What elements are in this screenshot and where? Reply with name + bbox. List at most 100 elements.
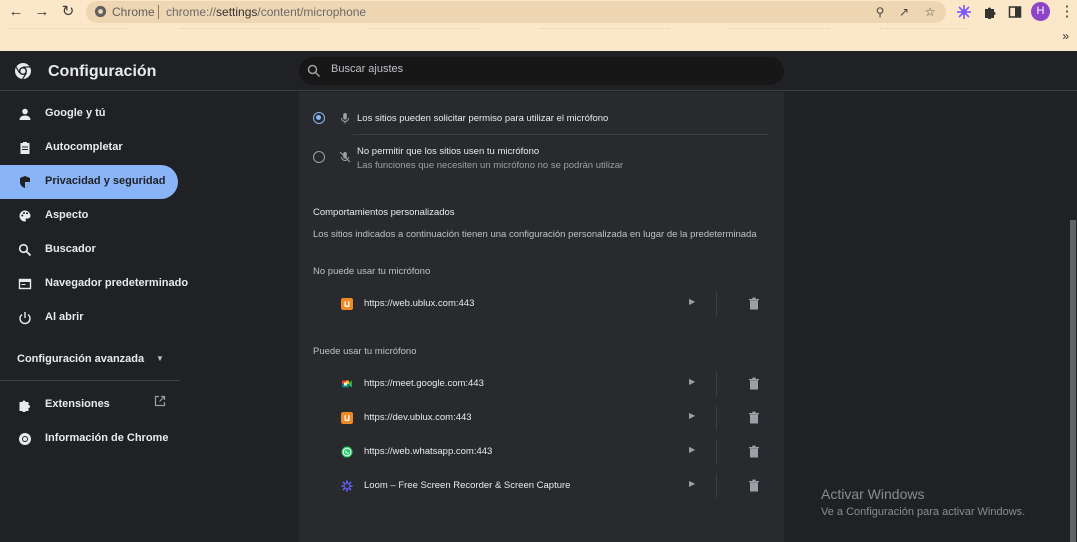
radio-allow[interactable]: [313, 112, 325, 124]
option-block-label: No permitir que los sitios usen tu micró…: [357, 146, 540, 157]
reload-icon[interactable]: ↻: [58, 2, 78, 22]
trash-icon[interactable]: [748, 445, 760, 458]
chevron-right-icon[interactable]: ▶: [689, 479, 695, 488]
watermark-title: Activar Windows: [821, 486, 925, 502]
url-text[interactable]: chrome://settings/content/microphone: [166, 5, 366, 19]
google-meet-icon: [342, 380, 352, 388]
search-input[interactable]: [331, 63, 731, 75]
address-bar[interactable]: Chrome chrome://settings/content/microph…: [86, 1, 946, 23]
row-separator: [716, 292, 717, 316]
microphone-icon: [341, 113, 349, 124]
palette-icon: [19, 210, 31, 222]
chevron-right-icon[interactable]: ▶: [689, 411, 695, 420]
power-icon: [19, 312, 31, 325]
sidebar-item-label: Al abrir: [45, 311, 84, 323]
browser-icon: [18, 278, 32, 290]
chrome-logo-icon: [15, 63, 31, 80]
chevron-down-icon[interactable]: ▼: [156, 354, 164, 363]
zoom-icon[interactable]: ⚲: [872, 4, 888, 20]
custom-behaviors-title: Comportamientos personalizados: [313, 207, 455, 218]
puzzle-icon[interactable]: [983, 5, 997, 19]
back-icon[interactable]: ←: [6, 2, 26, 22]
sidebar-item-about[interactable]: Información de Chrome: [0, 422, 178, 456]
row-separator: [716, 406, 717, 430]
side-panel-icon[interactable]: [1008, 5, 1022, 19]
site-url: https://web.ublux.com:443: [364, 298, 475, 309]
site-row[interactable]: https://web.ublux.com:443 ▶: [299, 287, 784, 321]
menu-icon[interactable]: ⋮: [1057, 2, 1077, 22]
bookmarks-bar: »: [0, 24, 1077, 51]
trash-icon[interactable]: [748, 479, 760, 492]
option-allow-label: Los sitios pueden solicitar permiso para…: [357, 113, 609, 124]
custom-behaviors-description: Los sitios indicados a continuación tien…: [313, 229, 757, 240]
sidebar-item-google[interactable]: Google y tú: [0, 97, 178, 131]
site-url: https://web.whatsapp.com:443: [364, 446, 493, 457]
whatsapp-icon: [341, 446, 353, 458]
puzzle-icon: [19, 400, 30, 412]
radio-block[interactable]: [313, 151, 325, 163]
sidebar-divider: [0, 380, 180, 381]
search-icon: [18, 243, 32, 257]
page-title: Configuración: [48, 63, 157, 80]
sidebar-item-on-startup[interactable]: Al abrir: [0, 301, 178, 335]
person-icon: [19, 108, 31, 120]
search-icon: [307, 64, 321, 78]
advanced-settings-toggle[interactable]: Configuración avanzada: [17, 353, 144, 365]
sidebar: Google y tú Autocompletar Privacidad y s…: [0, 92, 188, 542]
trash-icon[interactable]: [748, 377, 760, 390]
settings-header: Configuración: [0, 51, 1077, 91]
sidebar-item-extensions[interactable]: Extensiones: [0, 388, 178, 422]
bookmarks-overflow-icon[interactable]: »: [1062, 29, 1069, 43]
option-block-subtext: Las funciones que necesiten un micrófono…: [357, 160, 624, 171]
option-block[interactable]: No permitir que los sitios usen tu micró…: [299, 140, 784, 176]
loom-icon: [341, 480, 353, 492]
scrollbar-thumb[interactable]: [1070, 220, 1076, 542]
microphone-settings-card: Los sitios pueden solicitar permiso para…: [299, 92, 784, 542]
trash-icon[interactable]: [748, 297, 760, 310]
sidebar-item-appearance[interactable]: Aspecto: [0, 199, 178, 233]
sidebar-item-search-engine[interactable]: Buscador: [0, 233, 178, 267]
chevron-right-icon[interactable]: ▶: [689, 377, 695, 386]
option-divider: [353, 134, 769, 135]
row-separator: [716, 474, 717, 498]
option-allow[interactable]: Los sitios pueden solicitar permiso para…: [299, 106, 784, 134]
browser-toolbar: ← → ↻ Chrome chrome://settings/content/m…: [0, 0, 1077, 24]
site-row[interactable]: https://dev.ublux.com:443 ▶: [299, 401, 784, 435]
site-row[interactable]: https://meet.google.com:443 ▶: [299, 367, 784, 401]
sidebar-item-label: Información de Chrome: [45, 432, 169, 444]
sidebar-item-label: Aspecto: [45, 209, 89, 221]
star-icon[interactable]: ☆: [922, 4, 938, 20]
sidebar-item-label: Privacidad y seguridad: [45, 175, 166, 187]
site-url: Loom – Free Screen Recorder & Screen Cap…: [364, 480, 571, 491]
omnibox-separator: [158, 5, 159, 19]
sidebar-item-label: Navegador predeterminado: [45, 277, 189, 289]
profile-avatar[interactable]: H: [1031, 2, 1050, 21]
ublux-icon: [341, 298, 353, 310]
search-box[interactable]: [299, 57, 784, 85]
site-row[interactable]: https://web.whatsapp.com:443 ▶: [299, 435, 784, 469]
sidebar-item-label: Buscador: [45, 243, 96, 255]
trash-icon[interactable]: [748, 411, 760, 424]
site-row[interactable]: Loom – Free Screen Recorder & Screen Cap…: [299, 469, 784, 503]
page-scrollbar[interactable]: [1069, 92, 1077, 542]
watermark-subtitle: Ve a Configuración para activar Windows.: [821, 506, 1026, 518]
row-separator: [716, 440, 717, 464]
blocked-section-title: No puede usar tu micrófono: [313, 266, 431, 277]
sidebar-item-label: Extensiones: [45, 398, 110, 410]
sidebar-item-label: Autocompletar: [45, 141, 123, 153]
sidebar-item-privacy[interactable]: Privacidad y seguridad: [0, 165, 178, 199]
allowed-section-title: Puede usar tu micrófono: [313, 346, 417, 357]
extension-badge-icon[interactable]: [956, 4, 972, 20]
open-in-new-icon[interactable]: [154, 395, 166, 407]
chevron-right-icon[interactable]: ▶: [689, 297, 695, 306]
sidebar-item-label: Google y tú: [45, 107, 106, 119]
sidebar-item-autofill[interactable]: Autocompletar: [0, 131, 178, 165]
row-separator: [716, 372, 717, 396]
sidebar-item-default-browser[interactable]: Navegador predeterminado: [0, 267, 188, 301]
microphone-off-icon: [339, 151, 351, 163]
site-url: https://dev.ublux.com:443: [364, 412, 472, 423]
forward-icon[interactable]: →: [32, 2, 52, 22]
site-url: https://meet.google.com:443: [364, 378, 484, 389]
chevron-right-icon[interactable]: ▶: [689, 445, 695, 454]
share-icon[interactable]: ↗: [896, 4, 912, 20]
